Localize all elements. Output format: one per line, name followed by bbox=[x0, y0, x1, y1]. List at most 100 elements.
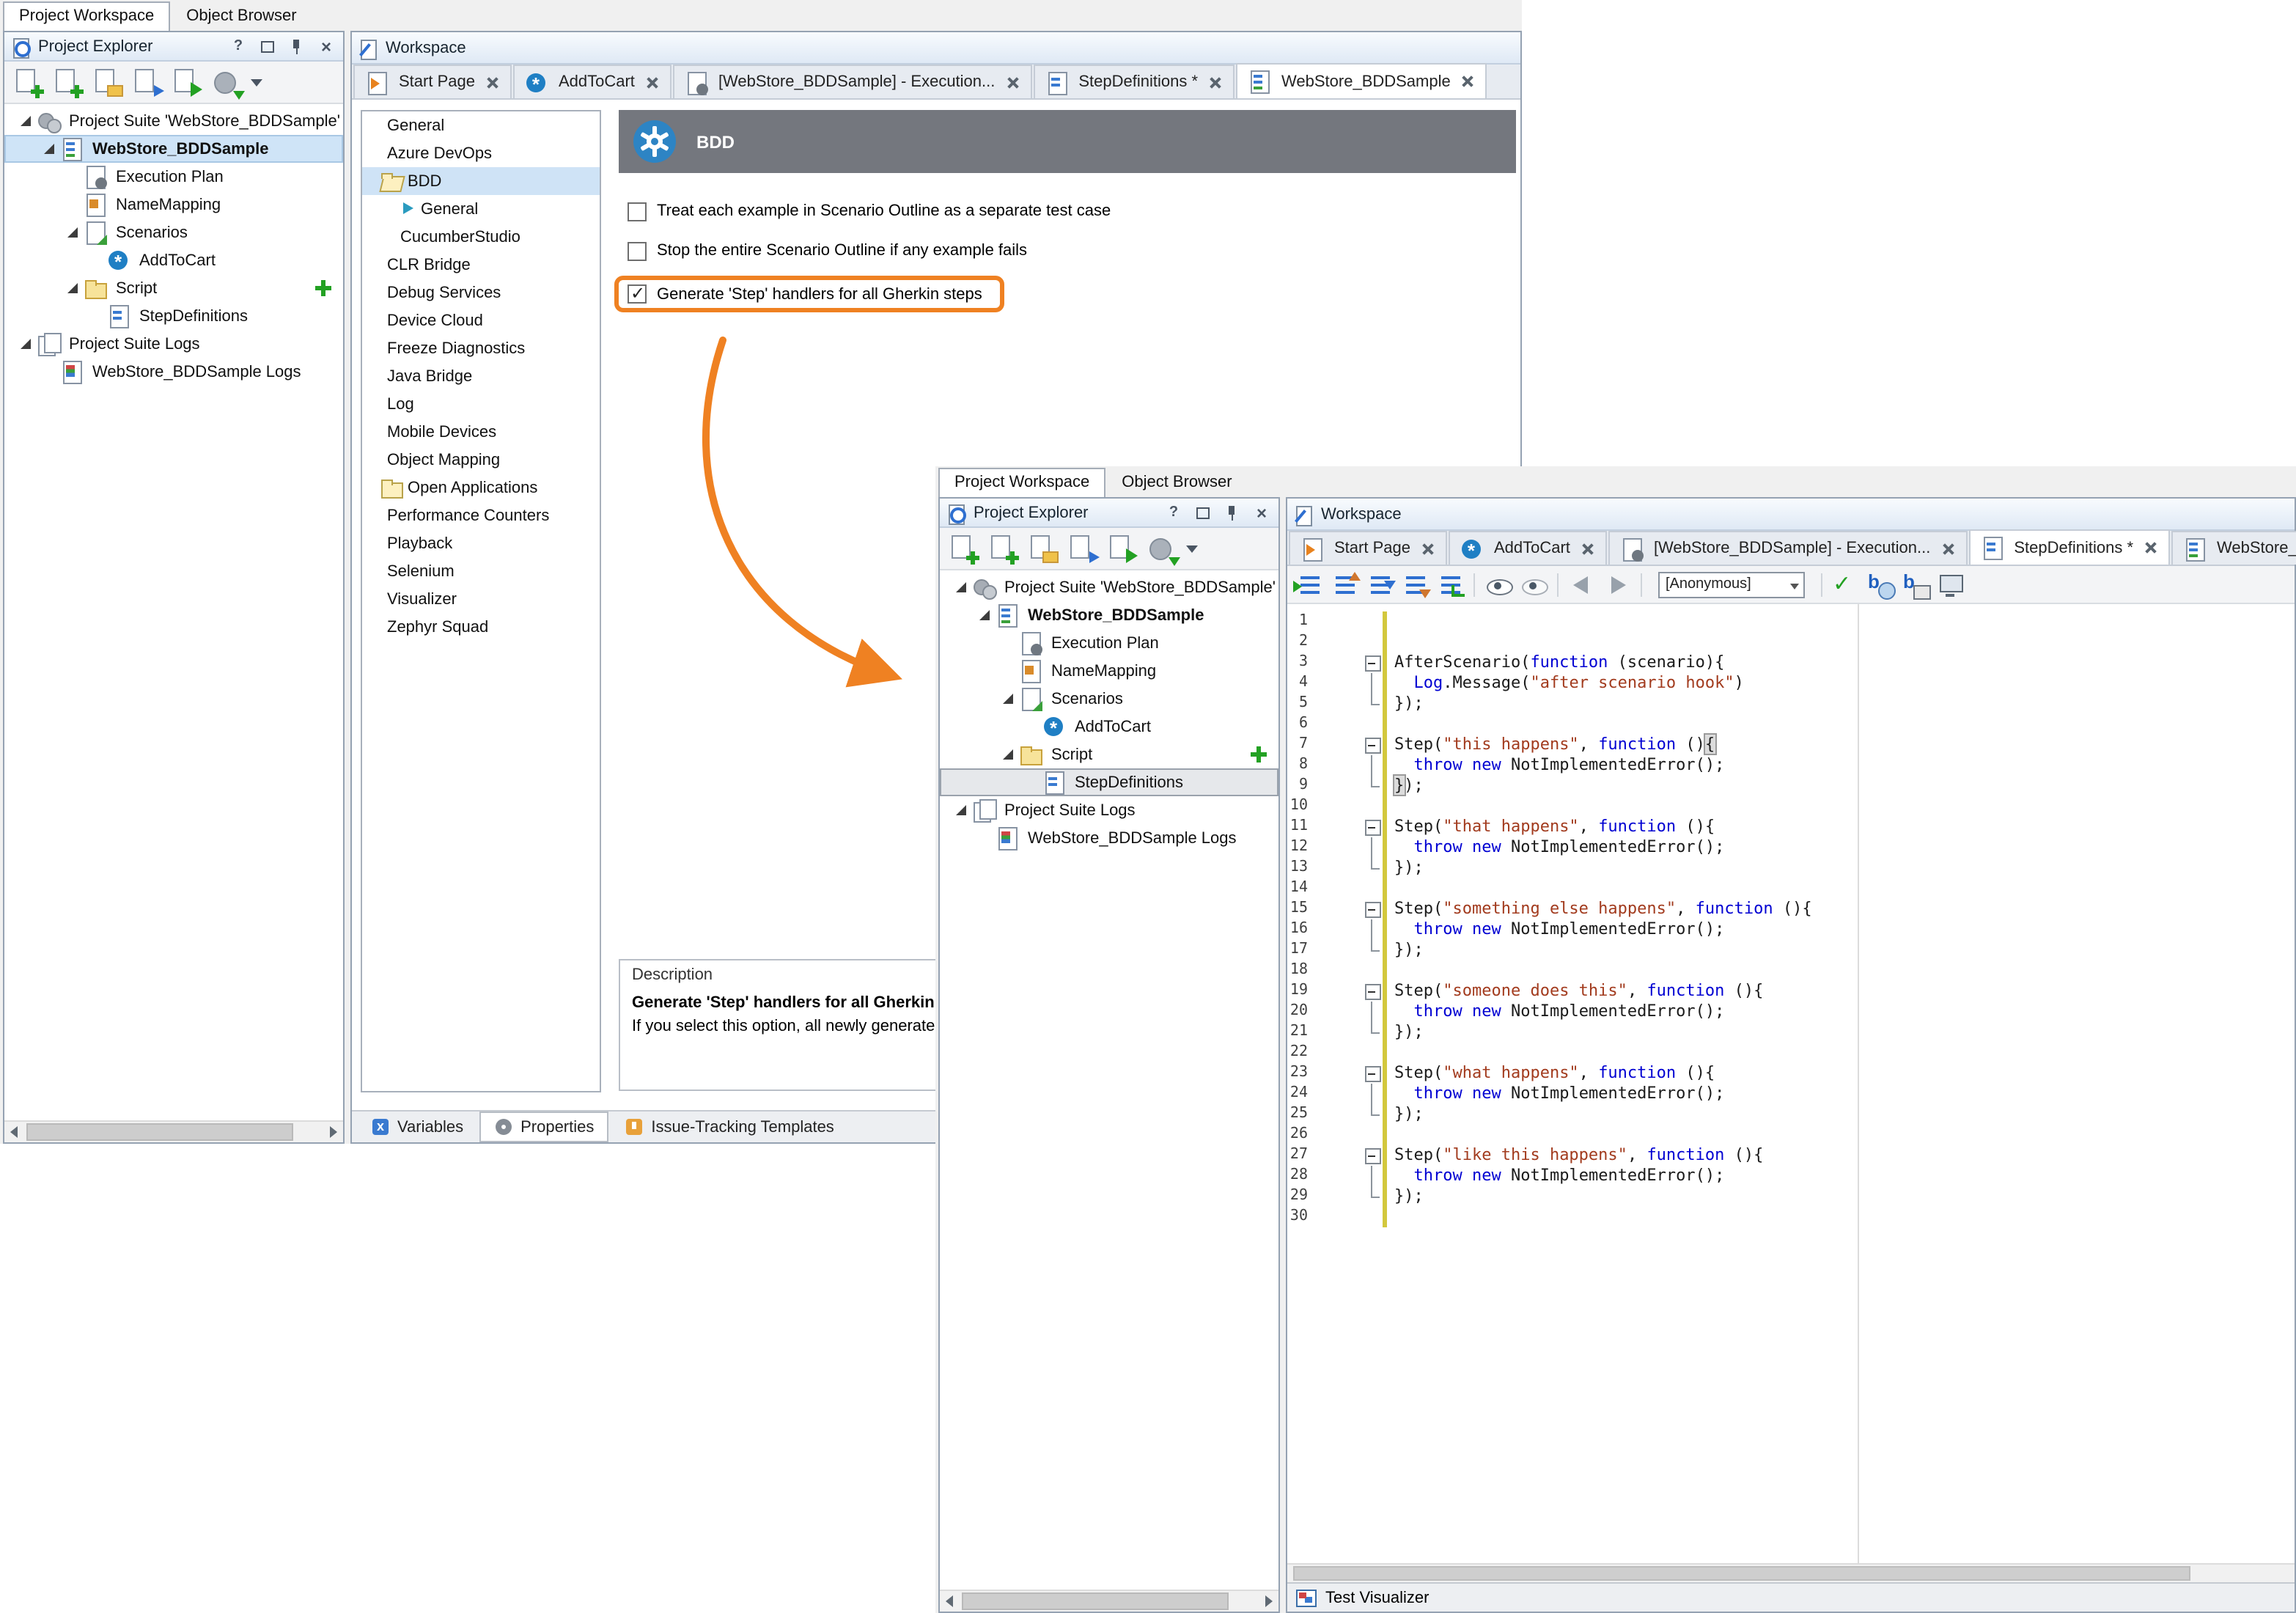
panel-splitter[interactable] bbox=[1280, 497, 1286, 1613]
bottom-tab-issue-tracking-templates[interactable]: Issue-Tracking Templates bbox=[611, 1113, 847, 1141]
close-tab-icon[interactable] bbox=[1419, 540, 1435, 556]
checkbox[interactable] bbox=[628, 241, 647, 260]
code-line[interactable]: 1 bbox=[1287, 611, 2295, 632]
new-project-item-button[interactable] bbox=[50, 65, 85, 100]
close-tab-icon[interactable] bbox=[1939, 540, 1955, 556]
tree-item-stepdefinitions[interactable]: StepDefinitions bbox=[940, 768, 1278, 796]
options-category-bdd[interactable]: BDD bbox=[362, 167, 600, 195]
app-tab-object-browser[interactable]: Object Browser bbox=[170, 1, 312, 31]
syntax-check-button[interactable] bbox=[1830, 568, 1862, 600]
fold-collapse-icon[interactable] bbox=[1364, 899, 1383, 919]
device-breakpoint-button[interactable] bbox=[1900, 568, 1932, 600]
options-category-cucumberstudio[interactable]: CucumberStudio bbox=[362, 223, 600, 251]
expander-icon[interactable] bbox=[63, 278, 84, 298]
tree-item-script[interactable]: Script bbox=[940, 741, 1278, 768]
options-category-playback[interactable]: Playback bbox=[362, 529, 600, 557]
code-line[interactable]: 22 bbox=[1287, 1043, 2295, 1063]
code-line[interactable]: 6 bbox=[1287, 714, 2295, 735]
tree-item-script[interactable]: Script bbox=[4, 274, 343, 302]
tree-item-addtocart[interactable]: AddToCart bbox=[4, 246, 343, 274]
options-category-general[interactable]: General bbox=[362, 195, 600, 223]
code-line[interactable]: 26 bbox=[1287, 1125, 2295, 1145]
code-line[interactable]: 12 throw new NotImplementedError(); bbox=[1287, 837, 2295, 858]
code-line[interactable]: 3AfterScenario(function (scenario){ bbox=[1287, 653, 2295, 673]
new-project-suite-button[interactable] bbox=[10, 65, 45, 100]
code-line[interactable]: 7Step("this happens", function (){ bbox=[1287, 735, 2295, 755]
expander-icon[interactable] bbox=[952, 577, 972, 598]
tree-item-webstore-bddsample-logs[interactable]: WebStore_BDDSample Logs bbox=[940, 824, 1278, 852]
code-line[interactable]: 21}); bbox=[1287, 1022, 2295, 1043]
options-category-zephyr-squad[interactable]: Zephyr Squad bbox=[362, 613, 600, 641]
align-bottom-button[interactable] bbox=[1399, 568, 1431, 600]
code-line[interactable]: 19Step("someone does this", function (){ bbox=[1287, 981, 2295, 1002]
explorer-hscrollbar[interactable] bbox=[4, 1120, 343, 1142]
new-project-item-button[interactable] bbox=[985, 531, 1020, 566]
bottom-tab-variables[interactable]: Variables bbox=[358, 1113, 477, 1141]
code-line[interactable]: 27Step("like this happens", function (){ bbox=[1287, 1145, 2295, 1166]
code-line[interactable]: 17}); bbox=[1287, 940, 2295, 960]
import-project-button[interactable] bbox=[1064, 531, 1100, 566]
more-button[interactable] bbox=[1183, 531, 1202, 566]
code-line[interactable]: 20 throw new NotImplementedError(); bbox=[1287, 1002, 2295, 1022]
code-line[interactable]: 28 throw new NotImplementedError(); bbox=[1287, 1166, 2295, 1186]
close-tab-icon[interactable] bbox=[1579, 540, 1595, 556]
code-line[interactable]: 29}); bbox=[1287, 1186, 2295, 1207]
expander-icon[interactable] bbox=[998, 688, 1019, 709]
nav-forward-button[interactable] bbox=[1601, 568, 1633, 600]
options-category-performance-counters[interactable]: Performance Counters bbox=[362, 501, 600, 529]
tree-item-scenarios[interactable]: Scenarios bbox=[4, 218, 343, 246]
code-line[interactable]: 4 Log.Message("after scenario hook") bbox=[1287, 673, 2295, 694]
code-line[interactable]: 14 bbox=[1287, 878, 2295, 899]
fold-collapse-icon[interactable] bbox=[1364, 981, 1383, 1002]
add-script-item-button[interactable] bbox=[1251, 746, 1267, 763]
checkbox[interactable] bbox=[628, 202, 647, 221]
code-line[interactable]: 23Step("what happens", function (){ bbox=[1287, 1063, 2295, 1084]
more-button[interactable] bbox=[248, 65, 267, 100]
help-icon[interactable] bbox=[227, 36, 249, 56]
options-category-azure-devops[interactable]: Azure DevOps bbox=[362, 139, 600, 167]
tree-item-webstore-bddsample-logs[interactable]: WebStore_BDDSample Logs bbox=[4, 358, 343, 386]
editor-hscrollbar[interactable] bbox=[1287, 1563, 2295, 1582]
test-visualizer-label[interactable]: Test Visualizer bbox=[1325, 1589, 1429, 1606]
expander-icon[interactable] bbox=[63, 222, 84, 243]
tree-item-namemapping[interactable]: NameMapping bbox=[4, 191, 343, 218]
close-tab-icon[interactable] bbox=[1004, 74, 1020, 90]
options-category-device-cloud[interactable]: Device Cloud bbox=[362, 306, 600, 334]
doc-tab-webstore-bddsample-execution[interactable]: [WebStore_BDDSample] - Execution... bbox=[1608, 531, 1967, 565]
app-tab-object-browser[interactable]: Object Browser bbox=[1105, 468, 1248, 497]
align-top-button[interactable] bbox=[1328, 568, 1361, 600]
expander-icon[interactable] bbox=[40, 139, 60, 159]
wrap-lines-button[interactable] bbox=[1434, 568, 1466, 600]
options-category-general[interactable]: General bbox=[362, 111, 600, 139]
expander-icon[interactable] bbox=[975, 605, 996, 625]
pin-icon[interactable] bbox=[1221, 502, 1243, 523]
run-project-button[interactable] bbox=[169, 65, 204, 100]
close-icon[interactable] bbox=[315, 36, 337, 56]
doc-tab-start-page[interactable]: Start Page bbox=[1289, 531, 1447, 565]
scroll-left-icon[interactable] bbox=[940, 1591, 962, 1612]
options-category-java-bridge[interactable]: Java Bridge bbox=[362, 362, 600, 390]
code-line[interactable]: 16 throw new NotImplementedError(); bbox=[1287, 919, 2295, 940]
doc-tab-addtocart[interactable]: AddToCart bbox=[1449, 531, 1607, 565]
add-script-item-button[interactable] bbox=[315, 280, 331, 296]
run-project-button[interactable] bbox=[1104, 531, 1139, 566]
watch-eye-button[interactable] bbox=[1482, 568, 1515, 600]
step-lines-button[interactable] bbox=[1293, 568, 1325, 600]
tree-item-scenarios[interactable]: Scenarios bbox=[940, 685, 1278, 713]
project-settings-button[interactable] bbox=[1144, 531, 1179, 566]
options-category-mobile-devices[interactable]: Mobile Devices bbox=[362, 418, 600, 446]
close-icon[interactable] bbox=[1251, 502, 1273, 523]
close-tab-icon[interactable] bbox=[1207, 74, 1223, 90]
function-selector-dropdown[interactable]: [Anonymous] bbox=[1658, 571, 1805, 598]
code-line[interactable]: 24 throw new NotImplementedError(); bbox=[1287, 1084, 2295, 1104]
code-editor[interactable]: 123AfterScenario(function (scenario){4 L… bbox=[1287, 604, 2295, 1563]
close-tab-icon[interactable] bbox=[484, 74, 500, 90]
watch-eye-off-button[interactable] bbox=[1517, 568, 1550, 600]
options-category-selenium[interactable]: Selenium bbox=[362, 557, 600, 585]
tree-item-execution-plan[interactable]: Execution Plan bbox=[940, 629, 1278, 657]
scroll-right-icon[interactable] bbox=[321, 1122, 343, 1142]
expander-icon[interactable] bbox=[16, 334, 37, 354]
fold-collapse-icon[interactable] bbox=[1364, 653, 1383, 673]
code-line[interactable]: 25}); bbox=[1287, 1104, 2295, 1125]
code-line[interactable]: 15Step("something else happens", functio… bbox=[1287, 899, 2295, 919]
